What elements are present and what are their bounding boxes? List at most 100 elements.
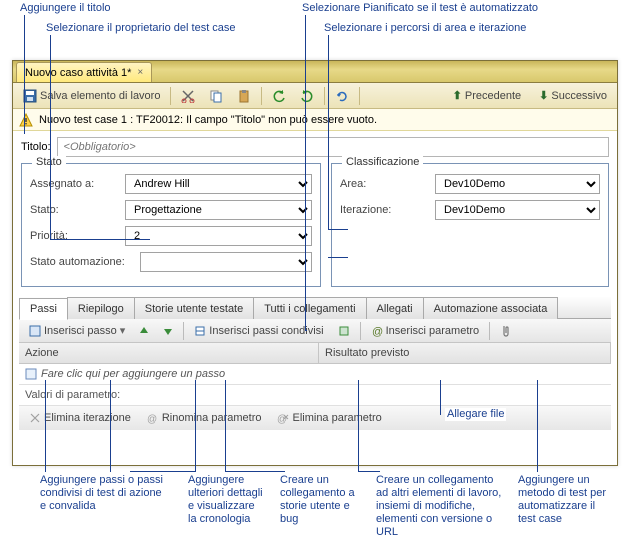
toolbar-separator	[261, 87, 262, 105]
create-shared-icon	[338, 325, 350, 337]
delete-parameter-button[interactable]: @ Elimina parametro	[273, 408, 385, 428]
tab-automazione[interactable]: Automazione associata	[423, 297, 559, 319]
insert-step-button[interactable]: Inserisci passo▾	[25, 321, 129, 341]
annotation-add-method: Aggiungere un metodo di test per automat…	[516, 474, 616, 526]
stato-fieldset: Stato Assegnato a:Andrew Hill Stato:Prog…	[21, 163, 321, 287]
move-down-button[interactable]	[159, 321, 177, 341]
parameter-icon: @	[371, 325, 383, 337]
delete-iteration-icon	[29, 412, 41, 424]
annotation-select-area-iter: Selezionare i percorsi di area e iterazi…	[322, 22, 528, 35]
area-label: Area:	[340, 178, 435, 190]
new-step-icon	[25, 368, 37, 380]
title-input[interactable]	[57, 137, 609, 157]
iteration-label: Iterazione:	[340, 204, 435, 216]
close-icon[interactable]: ×	[137, 67, 143, 78]
automation-state-label: Stato automazione:	[30, 256, 140, 268]
move-up-button[interactable]	[135, 321, 153, 341]
chevron-down-icon: ▾	[120, 324, 126, 337]
redo-button[interactable]	[296, 86, 318, 106]
delete-parameter-label: Elimina parametro	[292, 412, 381, 424]
warning-icon	[19, 113, 33, 127]
tab-tutti[interactable]: Tutti i collegamenti	[253, 297, 366, 319]
toolbar-separator	[170, 87, 171, 105]
svg-text:@: @	[147, 414, 157, 424]
arrow-down-icon: ⬇	[539, 89, 548, 102]
rename-parameter-label: Rinomina parametro	[162, 412, 262, 424]
validation-warning-text: Nuovo test case 1 : TF20012: Il campo "T…	[39, 114, 377, 126]
steps-grid-new-row[interactable]: Fare clic qui per aggiungere un passo	[19, 364, 611, 385]
state-label: Stato:	[30, 204, 125, 216]
toolbar-separator	[183, 322, 184, 340]
delete-iteration-label: Elimina iterazione	[44, 412, 131, 424]
priority-select[interactable]: 2	[125, 226, 312, 246]
tab-passi[interactable]: Passi	[19, 298, 68, 320]
copy-button[interactable]	[205, 86, 227, 106]
cut-button[interactable]	[177, 86, 199, 106]
validation-warning-bar: Nuovo test case 1 : TF20012: Il campo "T…	[13, 109, 617, 131]
next-label: Successivo	[551, 90, 607, 102]
priority-label: Priorità:	[30, 230, 125, 242]
insert-step-icon	[29, 325, 41, 337]
delete-param-icon: @	[277, 412, 289, 424]
toolbar-separator	[360, 322, 361, 340]
steps-grid-header: Azione Risultato previsto	[19, 343, 611, 364]
assigned-select[interactable]: Andrew Hill	[125, 174, 312, 194]
document-tab-label: Nuovo caso attività 1*	[25, 67, 131, 79]
area-select[interactable]: Dev10Demo	[435, 174, 600, 194]
save-button[interactable]: Salva elemento di lavoro	[19, 86, 164, 106]
rename-icon: @	[147, 412, 159, 424]
annotation-create-link-items: Creare un collegamento ad altri elementi…	[374, 474, 504, 539]
document-tabstrip: Nuovo caso attività 1* ×	[13, 61, 617, 83]
annotation-add-steps: Aggiungere passi o passi condivisi di te…	[38, 474, 168, 513]
tab-riepilogo[interactable]: Riepilogo	[67, 297, 135, 319]
state-select[interactable]: Progettazione	[125, 200, 312, 220]
insert-shared-step-button[interactable]: Inserisci passi condivisi	[190, 321, 327, 341]
annotation-attach-file: Allegare file	[445, 408, 506, 421]
annotation-select-owner: Selezionare il proprietario del test cas…	[44, 22, 238, 35]
stato-legend: Stato	[32, 156, 66, 168]
iteration-select[interactable]: Dev10Demo	[435, 200, 600, 220]
new-step-placeholder: Fare clic qui per aggiungere un passo	[41, 368, 225, 380]
parameter-values-header: Valori di parametro:	[19, 385, 611, 406]
next-button[interactable]: ⬇Successivo	[535, 86, 611, 106]
tab-allegati[interactable]: Allegati	[366, 297, 424, 319]
toolbar-separator	[359, 87, 360, 105]
undo-button[interactable]	[268, 86, 290, 106]
col-expected: Risultato previsto	[319, 343, 611, 363]
classificazione-fieldset: Classificazione Area:Dev10Demo Iterazion…	[331, 163, 609, 287]
annotation-select-planned: Selezionare Pianificato se il test è aut…	[300, 2, 540, 15]
refresh-icon	[335, 89, 349, 103]
rename-parameter-button[interactable]: @ Rinomina parametro	[143, 408, 266, 428]
insert-step-label: Inserisci passo	[44, 325, 117, 337]
insert-param-label: Inserisci parametro	[386, 325, 480, 337]
tab-storie[interactable]: Storie utente testate	[134, 297, 254, 319]
svg-text:@: @	[277, 414, 287, 424]
insert-parameter-button[interactable]: @Inserisci parametro	[367, 321, 484, 341]
annotation-create-link-stories: Creare un collegamento a storie utente e…	[278, 474, 358, 526]
undo-icon	[272, 89, 286, 103]
col-action: Azione	[19, 343, 319, 363]
title-label: Titolo:	[21, 141, 51, 153]
create-shared-steps-button[interactable]	[334, 321, 354, 341]
arrow-up-icon	[139, 325, 149, 337]
save-label: Salva elemento di lavoro	[40, 90, 160, 102]
arrow-up-icon: ⬆	[453, 89, 462, 102]
disk-icon	[23, 89, 37, 103]
svg-text:@: @	[372, 326, 383, 337]
paste-button[interactable]	[233, 86, 255, 106]
steps-toolbar: Inserisci passo▾ Inserisci passi condivi…	[19, 319, 611, 343]
prev-button[interactable]: ⬆Precedente	[449, 86, 525, 106]
title-row: Titolo:	[13, 131, 617, 163]
copy-icon	[209, 89, 223, 103]
shared-step-icon	[194, 325, 206, 337]
assigned-label: Assegnato a:	[30, 178, 125, 190]
document-tab[interactable]: Nuovo caso attività 1* ×	[16, 62, 152, 82]
refresh-button[interactable]	[331, 86, 353, 106]
delete-iteration-button[interactable]: Elimina iterazione	[25, 408, 135, 428]
parameter-toolbar: Elimina iterazione @ Rinomina parametro @…	[19, 406, 611, 430]
app-window: Nuovo caso attività 1* × Salva elemento …	[12, 60, 618, 466]
cut-icon	[181, 89, 195, 103]
automation-state-select[interactable]	[140, 252, 312, 272]
toolbar-separator	[489, 322, 490, 340]
attachment-button[interactable]	[496, 321, 516, 341]
